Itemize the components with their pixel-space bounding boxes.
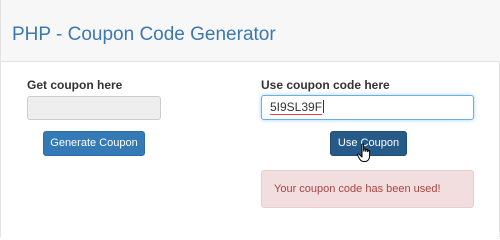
text-caret — [323, 100, 325, 113]
generated-coupon-field[interactable] — [27, 96, 161, 120]
get-coupon-label: Get coupon here — [27, 78, 123, 92]
hand-pointer-icon — [357, 143, 371, 162]
use-coupon-label: Use coupon code here — [261, 78, 390, 92]
coupon-used-alert: Your coupon code has been used! — [261, 170, 474, 208]
page-header: PHP - Coupon Code Generator — [1, 0, 500, 62]
coupon-code-value: 5I9SL39F — [270, 100, 323, 115]
coupon-code-input[interactable]: 5I9SL39F — [261, 95, 474, 120]
app-frame: PHP - Coupon Code Generator Get coupon h… — [0, 0, 500, 237]
generate-coupon-button[interactable]: Generate Coupon — [43, 131, 145, 156]
page-title: PHP - Coupon Code Generator — [12, 24, 276, 45]
